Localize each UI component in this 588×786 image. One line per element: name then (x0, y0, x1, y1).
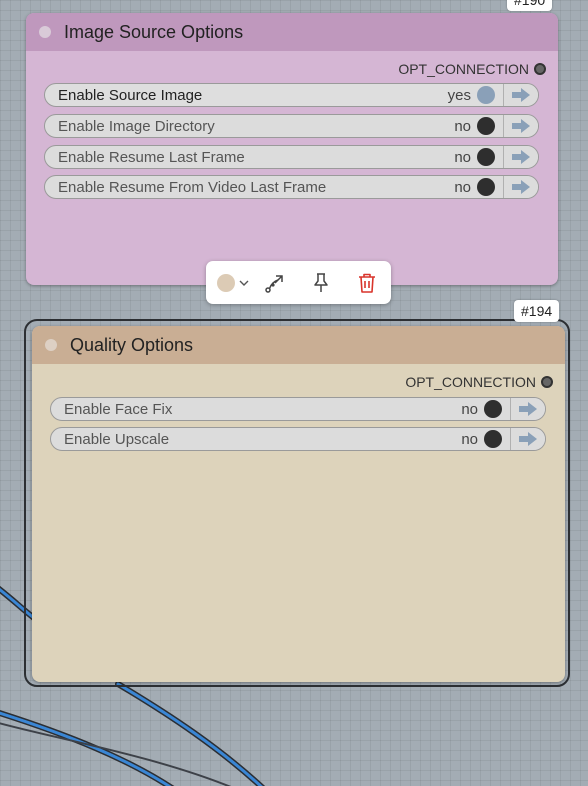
arrow-right-icon[interactable] (503, 176, 538, 198)
arrow-right-icon[interactable] (510, 398, 545, 420)
arrow-right-icon[interactable] (503, 115, 538, 137)
output-label: OPT_CONNECTION (405, 374, 536, 390)
node-title: Quality Options (70, 334, 194, 355)
selection-toolbar (206, 261, 391, 304)
node-id-badge: #194 (514, 300, 560, 322)
output-slot[interactable]: OPT_CONNECTION (398, 61, 546, 77)
arrow-right-icon[interactable] (503, 84, 538, 106)
widget-enable-resume-from-video-last-frame[interactable]: Enable Resume From Video Last Frame no (44, 175, 539, 199)
widget-value: yes (447, 86, 471, 104)
widget-enable-source-image[interactable]: Enable Source Image yes (44, 83, 539, 107)
widget-value: no (454, 178, 471, 196)
widget-value: no (454, 148, 471, 166)
widget-label: Enable Resume Last Frame (58, 148, 245, 166)
widget-enable-upscale[interactable]: Enable Upscale no (50, 427, 546, 451)
quality-options-node[interactable]: Quality Options OPT_CONNECTION Enable Fa… (32, 326, 565, 682)
toggle-off-icon[interactable] (477, 178, 495, 196)
toggle-off-icon[interactable] (484, 400, 502, 418)
output-slot[interactable]: OPT_CONNECTION (405, 374, 553, 390)
collapse-dot-icon[interactable] (45, 339, 57, 351)
bypass-icon (265, 274, 283, 293)
widget-label: Enable Resume From Video Last Frame (58, 178, 327, 196)
toggle-off-icon[interactable] (477, 148, 495, 166)
arrow-right-icon[interactable] (503, 146, 538, 168)
graph-canvas[interactable]: #190 Image Source Options OPT_CONNECTION… (0, 0, 588, 786)
node-title: Image Source Options (64, 21, 244, 42)
widget-label: Enable Upscale (64, 430, 170, 448)
widget-label: Enable Image Directory (58, 117, 215, 135)
widget-label: Enable Source Image (58, 86, 203, 104)
trash-icon (359, 273, 375, 293)
chevron-down-icon (239, 280, 249, 286)
color-swatch (217, 273, 235, 292)
widget-value: no (461, 430, 478, 448)
output-connector-icon[interactable] (541, 376, 553, 388)
toggle-off-icon[interactable] (484, 430, 502, 448)
widget-enable-resume-last-frame[interactable]: Enable Resume Last Frame no (44, 145, 539, 169)
node-header[interactable]: Quality Options (32, 326, 565, 364)
pin-icon (314, 272, 328, 292)
bypass-button[interactable] (252, 261, 298, 304)
widget-label: Enable Face Fix (64, 400, 173, 418)
widget-value: no (461, 400, 478, 418)
arrow-right-icon[interactable] (510, 428, 545, 450)
node-id-badge: #190 (507, 0, 553, 11)
widget-enable-image-directory[interactable]: Enable Image Directory no (44, 114, 539, 138)
node-header[interactable]: Image Source Options (26, 13, 558, 51)
output-label: OPT_CONNECTION (398, 61, 529, 77)
toggle-off-icon[interactable] (477, 117, 495, 135)
collapse-dot-icon[interactable] (39, 26, 51, 38)
color-picker-button[interactable] (206, 261, 252, 304)
toggle-on-icon[interactable] (477, 86, 495, 104)
image-source-options-node[interactable]: Image Source Options OPT_CONNECTION Enab… (26, 13, 558, 285)
output-connector-icon[interactable] (534, 63, 546, 75)
pin-button[interactable] (298, 261, 344, 304)
widget-enable-face-fix[interactable]: Enable Face Fix no (50, 397, 546, 421)
delete-button[interactable] (344, 261, 390, 304)
widget-value: no (454, 117, 471, 135)
